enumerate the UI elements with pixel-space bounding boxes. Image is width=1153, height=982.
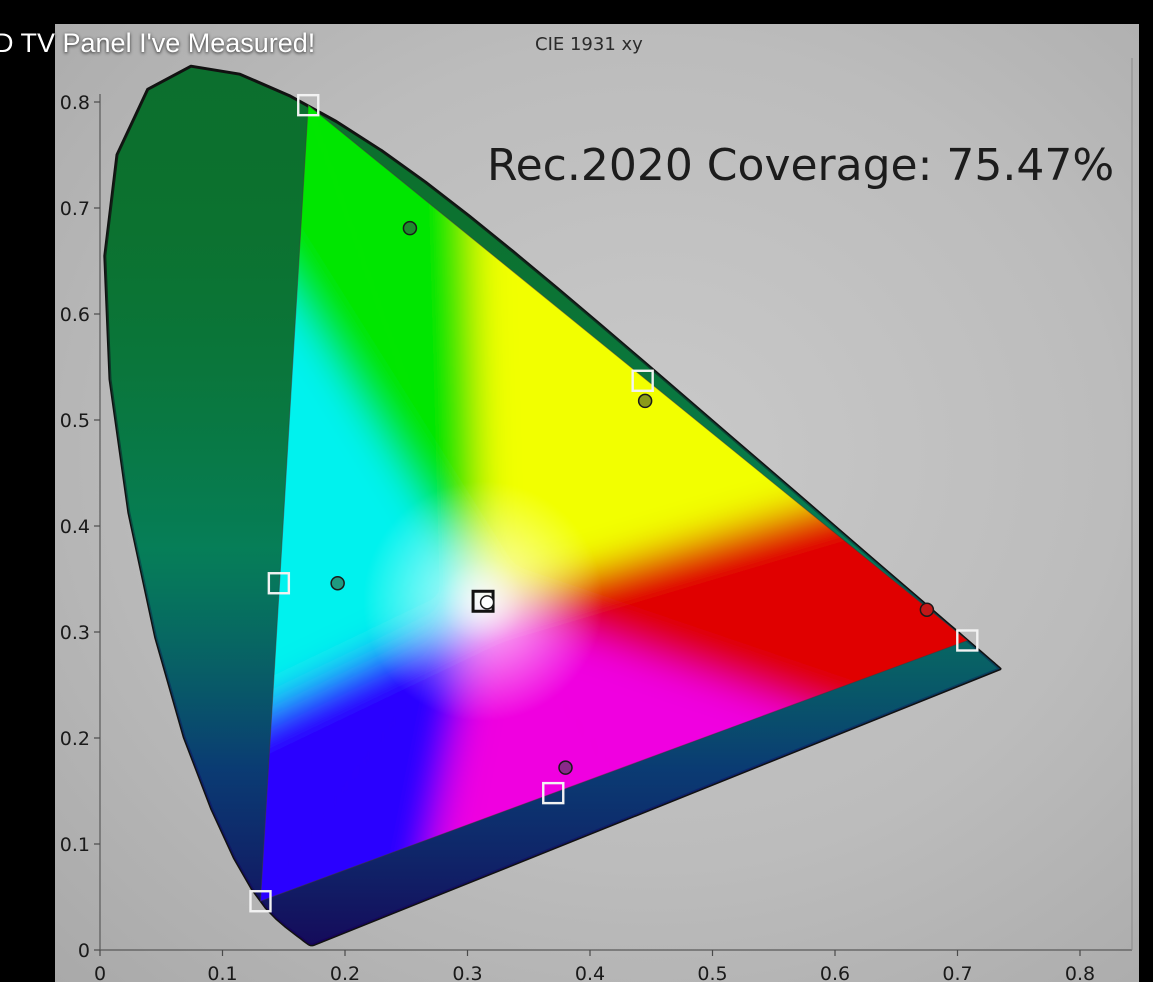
y-tick-label: 0.6	[60, 304, 90, 326]
measured-point	[330, 575, 345, 591]
x-tick-label: 0.4	[575, 963, 605, 982]
y-tick-label: 0.2	[60, 728, 90, 750]
x-tick-label: 0.8	[1065, 963, 1095, 982]
x-tick-label: 0.1	[207, 963, 237, 982]
x-tick-label: 0.5	[697, 963, 727, 982]
y-tick-label: 0.3	[60, 622, 90, 644]
y-tick-label: 0.1	[60, 834, 90, 856]
chart-title: CIE 1931 xy	[535, 34, 643, 55]
x-tick-label: 0.6	[820, 963, 850, 982]
x-tick-label: 0.2	[330, 963, 360, 982]
coverage-annotation: Rec.2020 Coverage: 75.47%	[487, 140, 1115, 191]
x-tick-label: 0	[94, 963, 106, 982]
video-title-overlay: D TV Panel I've Measured!	[0, 28, 316, 58]
y-tick-label: 0.5	[60, 410, 90, 432]
y-tick-label: 0.7	[60, 198, 90, 220]
x-tick-label: 0.7	[942, 963, 972, 982]
measured-point	[479, 595, 495, 610]
measured-point	[637, 393, 653, 409]
x-tick-label: 0.3	[452, 963, 482, 982]
measured-point	[919, 602, 935, 617]
y-tick-label: 0.8	[60, 92, 90, 114]
y-tick-label: 0	[78, 940, 90, 962]
measured-point	[558, 760, 573, 775]
measured-point	[402, 220, 418, 236]
y-tick-label: 0.4	[60, 516, 90, 538]
